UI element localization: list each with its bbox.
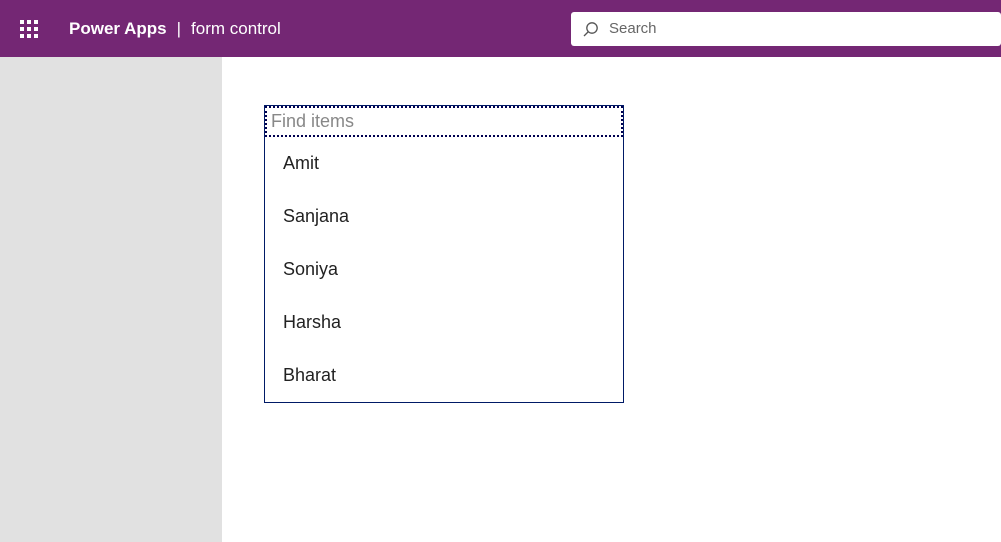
search-input[interactable]	[609, 20, 989, 37]
list-item[interactable]: Harsha	[265, 296, 623, 349]
combobox-input-wrap	[265, 106, 623, 137]
app-header: Power Apps | form control	[0, 0, 1001, 57]
combobox-list: Amit Sanjana Soniya Harsha Bharat	[265, 137, 623, 402]
search-icon	[583, 21, 599, 37]
body-area: Amit Sanjana Soniya Harsha Bharat	[0, 57, 1001, 542]
left-sidebar	[0, 57, 222, 542]
list-item[interactable]: Soniya	[265, 243, 623, 296]
list-item[interactable]: Bharat	[265, 349, 623, 402]
page-title: form control	[191, 19, 281, 39]
title-separator: |	[177, 19, 181, 39]
combobox-input[interactable]	[271, 111, 617, 132]
global-search[interactable]	[571, 12, 1001, 46]
app-launcher-icon[interactable]	[0, 0, 57, 57]
canvas: Amit Sanjana Soniya Harsha Bharat	[222, 57, 1001, 542]
combobox-control[interactable]: Amit Sanjana Soniya Harsha Bharat	[264, 105, 624, 403]
app-title: Power Apps	[69, 19, 167, 39]
list-item[interactable]: Sanjana	[265, 190, 623, 243]
list-item[interactable]: Amit	[265, 137, 623, 190]
